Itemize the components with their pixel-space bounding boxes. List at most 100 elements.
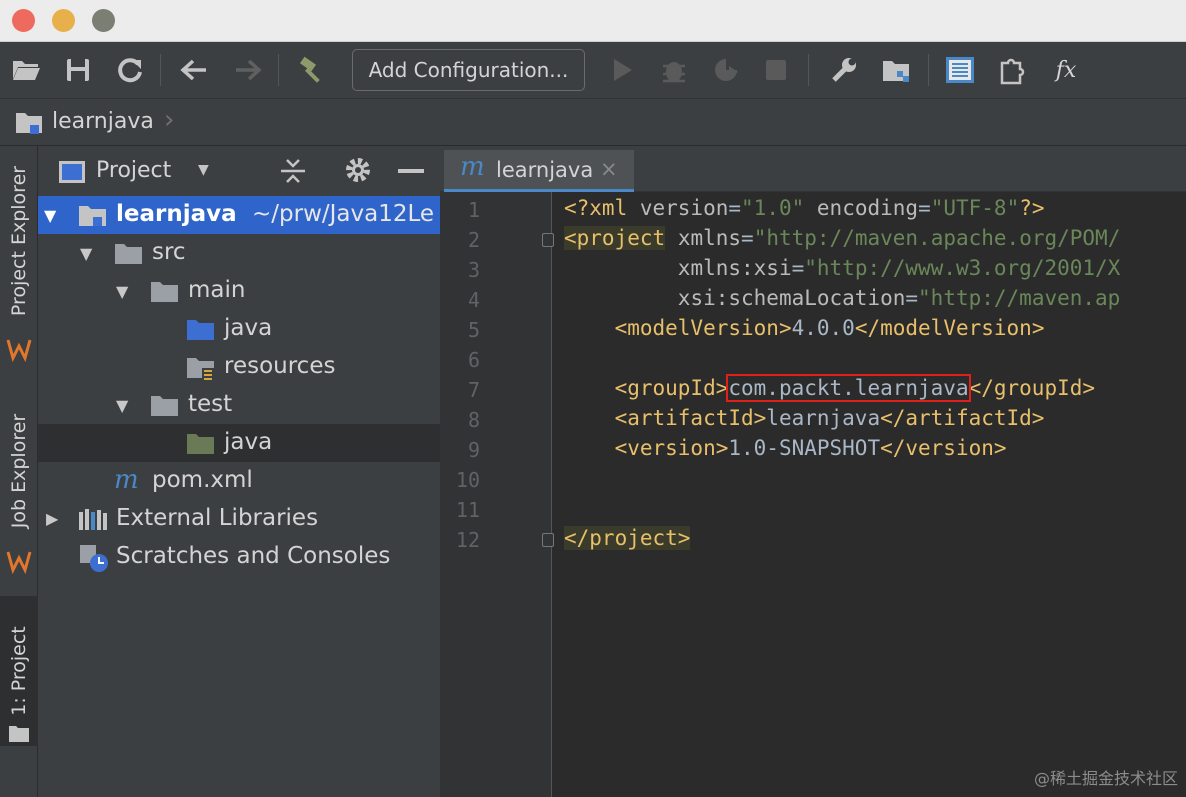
close-tab-icon[interactable]: × (600, 157, 618, 181)
watermark: @稀土掘金技术社区 (1033, 769, 1178, 788)
tree-item-label: pom.xml (152, 467, 253, 493)
back-arrow-icon[interactable] (178, 54, 210, 86)
xml-text: 1.0-SNAPSHOT (728, 436, 881, 460)
tree-item-pom-xml[interactable]: m pom.xml (38, 462, 440, 500)
left-tool-window-stripe: Project Explorer Job Explorer 1: Project (0, 146, 38, 797)
main-toolbar: Add Configuration... fx (0, 42, 1186, 98)
code-line-5: <modelVersion>4.0.0</modelVersion> (564, 316, 1045, 340)
tab-project-explorer-label: Project Explorer (8, 165, 30, 317)
expand-arrow-icon[interactable]: ▼ (80, 244, 92, 263)
xml-attr: xmlns (677, 226, 742, 250)
code-line-9: <version>1.0-SNAPSHOT</version> (564, 436, 1007, 460)
xml-text: learnjava (766, 406, 881, 430)
tab-project-explorer[interactable]: Project Explorer (0, 156, 38, 326)
xml-tag: </groupId> (968, 376, 1096, 400)
editor-tab-bar: m learnjava × (440, 146, 1186, 192)
forward-arrow-icon[interactable] (232, 54, 264, 86)
project-view-title[interactable]: Project (96, 158, 171, 183)
xml-tag: <project (564, 226, 666, 250)
fx-icon[interactable]: fx (1050, 54, 1082, 86)
settings-wrench-icon[interactable] (828, 54, 860, 86)
tree-item-learnjava-root[interactable]: ▼ learnjava ~/prw/Java12Le (38, 196, 440, 234)
stop-icon[interactable] (760, 54, 792, 86)
tab-job-explorer[interactable]: Job Explorer (0, 396, 38, 546)
tree-item-external-libraries[interactable]: ▶ External Libraries (38, 500, 440, 538)
xml-tag: <modelVersion> (614, 316, 792, 340)
save-icon[interactable] (62, 54, 94, 86)
close-window-button[interactable] (12, 9, 35, 32)
tree-item-label: resources (224, 353, 336, 379)
xml-value: "http://maven.ap (918, 286, 1121, 310)
tree-item-label: java (224, 315, 273, 341)
project-view-icon (58, 160, 86, 188)
open-folder-icon[interactable] (10, 54, 42, 86)
maven-file-icon: m (460, 152, 485, 182)
tree-item-test-java[interactable]: java (38, 424, 440, 462)
tab-1-project-label: 1: Project (8, 626, 31, 716)
xml-value: "1.0" (741, 196, 805, 220)
tree-item-main-java[interactable]: java (38, 310, 440, 348)
source-folder-icon (186, 318, 216, 348)
xml-tag: <groupId> (614, 376, 729, 400)
add-configuration-button[interactable]: Add Configuration... (352, 49, 585, 91)
code-line-8: <artifactId>learnjava</artifactId> (564, 406, 1045, 430)
folder-icon (150, 394, 180, 424)
project-structure-icon[interactable] (880, 54, 912, 86)
code-line-3: xmlns:xsi="http://www.w3.org/2001/X (677, 256, 1121, 280)
editor-tab-learnjava[interactable]: m learnjava × (444, 150, 634, 192)
breadcrumb-project[interactable]: learnjava (52, 109, 154, 134)
xml-decl-open: <?xml (564, 196, 640, 220)
project-folder-icon (14, 109, 46, 141)
xml-tag: </version> (880, 436, 1007, 460)
xml-decl-close: ?> (1019, 196, 1045, 220)
tree-item-label: java (224, 429, 273, 455)
xml-value: "UTF-8" (930, 196, 1020, 220)
tree-item-label: src (152, 239, 186, 265)
minimize-window-button[interactable] (52, 9, 75, 32)
scratches-icon (78, 543, 110, 579)
tree-item-resources[interactable]: resources (38, 348, 440, 386)
folder-icon (150, 280, 180, 310)
collapsed-arrow-icon[interactable]: ▶ (46, 509, 58, 528)
folder-icon (114, 242, 144, 272)
xml-tag: <artifactId> (614, 406, 767, 430)
tree-item-main[interactable]: ▼ main (38, 272, 440, 310)
code-area[interactable]: <?xml version="1.0" encoding="UTF-8"?> <… (440, 192, 1186, 797)
expand-arrow-icon[interactable]: ▼ (44, 206, 56, 225)
tree-item-src[interactable]: ▼ src (38, 234, 440, 272)
tree-item-scratches-and-consoles[interactable]: Scratches and Consoles (38, 538, 440, 576)
tab-job-explorer-label: Job Explorer (8, 413, 30, 529)
tree-item-label: main (188, 277, 246, 303)
zoom-window-button[interactable] (92, 9, 115, 32)
xml-tag: <version> (614, 436, 729, 460)
expand-arrow-icon[interactable]: ▼ (116, 396, 128, 415)
code-line-12: </project> (564, 526, 691, 550)
tree-item-path: ~/prw/Java12Le (252, 201, 435, 227)
coverage-icon[interactable] (710, 54, 742, 86)
hide-panel-icon[interactable] (398, 169, 424, 173)
collapse-all-icon[interactable] (278, 156, 308, 190)
xml-value: "http://maven.apache.org/POM/ (753, 226, 1121, 250)
view-dropdown-chevron-icon[interactable]: ▼ (198, 162, 209, 178)
explorer-logo-icon (6, 336, 32, 366)
expand-arrow-icon[interactable]: ▼ (116, 282, 128, 301)
tree-item-label: learnjava (116, 201, 237, 227)
debug-icon[interactable] (658, 54, 690, 86)
navigation-bar: learnjava › (0, 98, 1186, 146)
plugin-icon[interactable] (996, 54, 1028, 86)
code-line-4: xsi:schemaLocation="http://maven.ap (677, 286, 1121, 310)
maven-file-icon: m (114, 465, 139, 495)
code-line-2: <project xmlns="http://maven.apache.org/… (564, 226, 1121, 250)
gear-icon[interactable] (344, 156, 372, 188)
xml-attr: version (639, 196, 729, 220)
tree-item-test[interactable]: ▼ test (38, 386, 440, 424)
libraries-icon (78, 508, 108, 538)
build-hammer-icon[interactable] (296, 54, 328, 86)
xml-value: "http://www.w3.org/2001/X (804, 256, 1121, 280)
list-view-icon[interactable] (944, 54, 976, 86)
resources-folder-icon (186, 356, 216, 388)
tree-item-label: test (188, 391, 233, 417)
sync-icon[interactable] (114, 54, 146, 86)
window-title-bar (0, 0, 1186, 42)
run-icon[interactable] (606, 54, 638, 86)
